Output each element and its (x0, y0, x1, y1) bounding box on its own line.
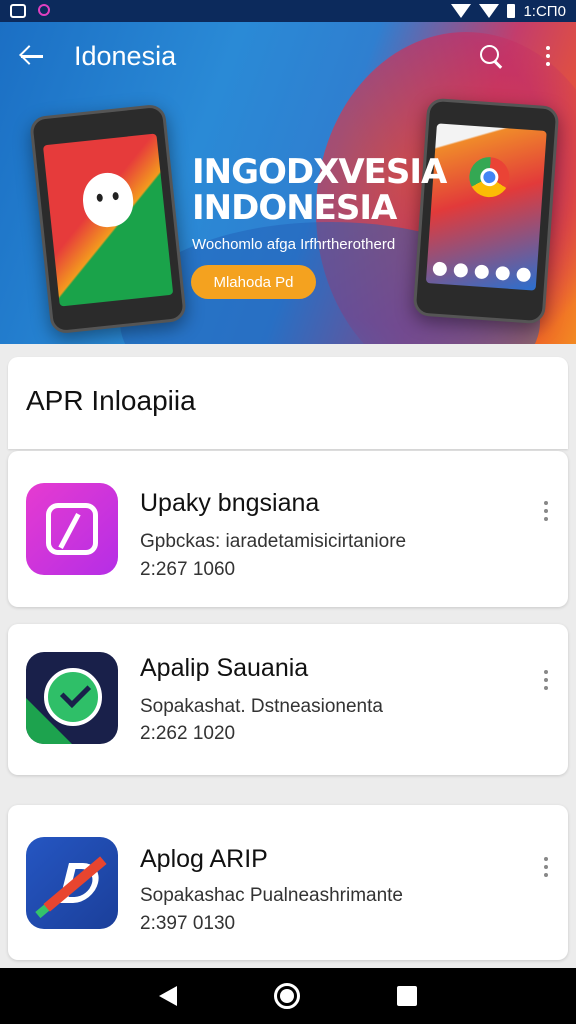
app-meta: 2:397 0130 (140, 913, 236, 934)
hero-cta-button[interactable]: Mlahoda Pd (191, 265, 316, 299)
phone-illustration-left (28, 103, 188, 335)
app-list-item[interactable]: Aplog ARIP Sopakashac Pualneashrimante 2… (8, 805, 568, 960)
battery-icon (507, 4, 516, 18)
hero-subtitle: Wochomlo afga Irfhrtherotherd (192, 236, 396, 253)
app-description: Gpbckas: iaradetamisicirtaniore (140, 531, 407, 552)
status-bar: 1:CΠ0 (0, 0, 576, 22)
section-title: APR Inloapiia (26, 385, 196, 416)
notification-app-icon-2 (38, 4, 50, 16)
search-icon[interactable] (478, 43, 504, 69)
nav-back-icon[interactable] (158, 986, 177, 1006)
signal-icon (451, 4, 472, 18)
app-bar: Idonesia (0, 22, 576, 90)
app-description: Sopakashac Pualneashrimante (140, 885, 404, 906)
wifi-icon (479, 4, 500, 18)
more-vert-icon[interactable] (544, 501, 548, 521)
hero-heading-line-1: INGODXVESIA (192, 152, 447, 192)
status-system-icons: 1:CΠ0 (451, 3, 566, 20)
app-icon (26, 483, 118, 575)
hero-banner: Idonesia INGODXVESIA INDONESIA Wochomlo … (0, 22, 576, 344)
status-notification-icons (10, 4, 50, 18)
app-description: Sopakashat. Dstneasionenta (140, 696, 383, 717)
phone-screen (42, 133, 174, 307)
app-list-item[interactable]: Apalip Sauania Sopakashat. Dstneasionent… (8, 624, 568, 775)
system-navigation-bar (0, 968, 576, 1024)
notification-app-icon (10, 4, 26, 18)
app-meta: 2:262 1020 (140, 723, 236, 744)
app-name: Apalip Sauania (140, 654, 309, 682)
app-bar-title: Idonesia (74, 40, 177, 71)
app-glyph-icon (46, 503, 98, 555)
app-meta: 2:267 1060 (140, 559, 236, 580)
more-vert-icon[interactable] (544, 670, 548, 690)
nav-recents-icon[interactable] (397, 986, 418, 1006)
app-name: Aplog ARIP (140, 845, 268, 873)
check-icon (44, 668, 102, 726)
app-list-item[interactable]: Upaky bngsiana Gpbckas: iaradetamisicirt… (8, 451, 568, 607)
browser-logo-icon (468, 155, 511, 199)
phone-dock (432, 261, 532, 283)
more-vert-icon[interactable] (538, 46, 558, 66)
back-arrow-icon[interactable] (18, 42, 46, 70)
section-header-card: APR Inloapiia (8, 357, 568, 449)
hero-heading: INGODXVESIA INDONESIA (192, 152, 447, 228)
app-icon (26, 652, 118, 744)
hero-heading-line-2: INDONESIA (192, 188, 397, 228)
more-vert-icon[interactable] (544, 857, 548, 877)
app-name: Upaky bngsiana (140, 489, 320, 517)
nav-home-icon[interactable] (273, 983, 300, 1009)
app-icon (26, 837, 118, 929)
status-time: 1:CΠ0 (523, 2, 566, 20)
mascot-illustration (80, 170, 136, 230)
